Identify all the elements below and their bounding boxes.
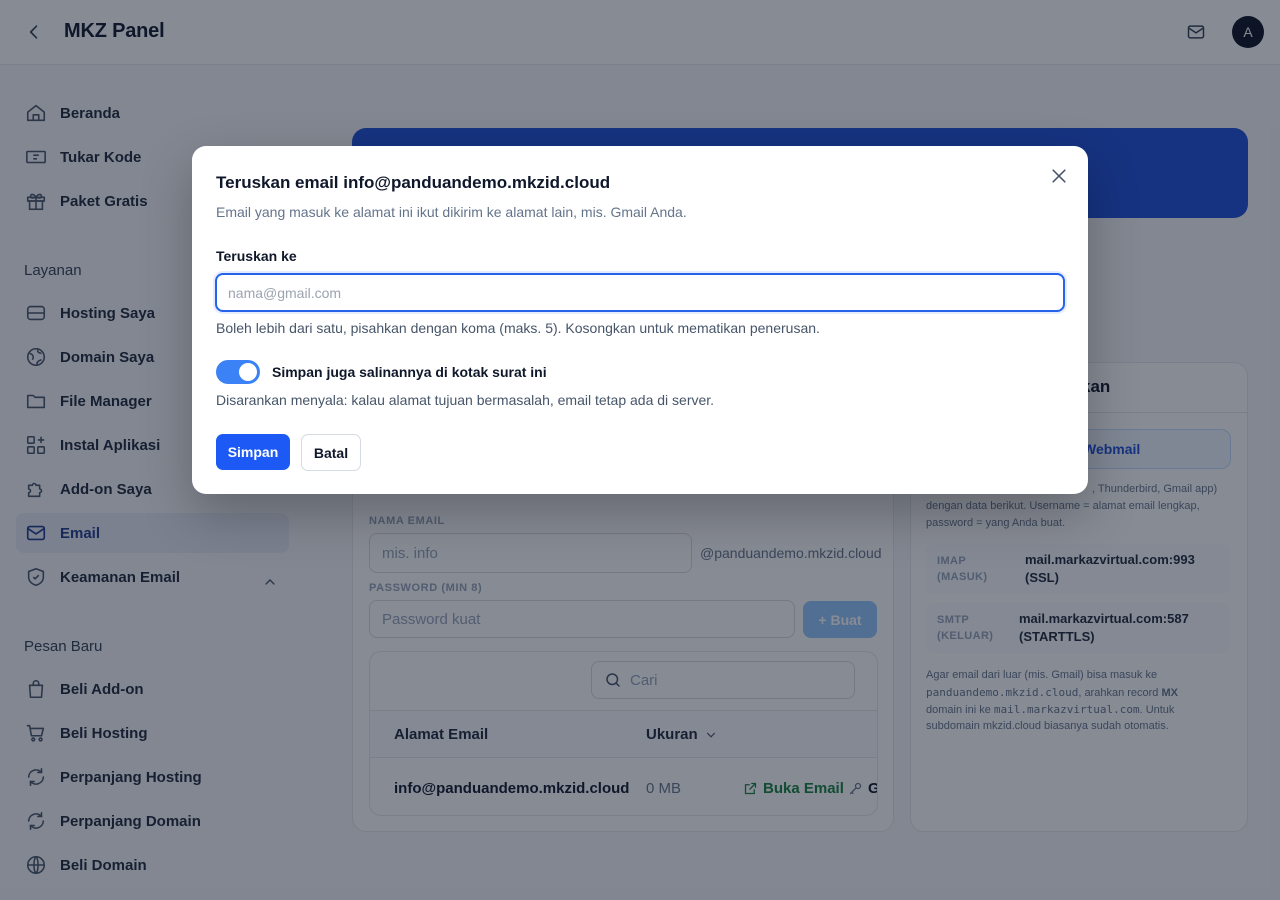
dialog-subtitle: Email yang masuk ke alamat ini ikut diki… [216,204,687,220]
forward-to-help: Boleh lebih dari satu, pisahkan dengan k… [216,320,820,336]
forward-to-label: Teruskan ke [216,248,297,264]
forward-email-dialog: Teruskan email info@panduandemo.mkzid.cl… [192,146,1088,494]
keep-copy-toggle[interactable] [216,360,260,384]
cancel-button[interactable]: Batal [301,434,361,471]
keep-copy-label[interactable]: Simpan juga salinannya di kotak surat in… [272,364,547,380]
close-icon[interactable] [1049,164,1069,188]
forward-to-input[interactable] [215,273,1065,312]
save-button[interactable]: Simpan [216,434,290,470]
keep-copy-help: Disarankan menyala: kalau alamat tujuan … [216,392,715,408]
toggle-knob [239,363,257,381]
dialog-title: Teruskan email info@panduandemo.mkzid.cl… [216,173,611,192]
